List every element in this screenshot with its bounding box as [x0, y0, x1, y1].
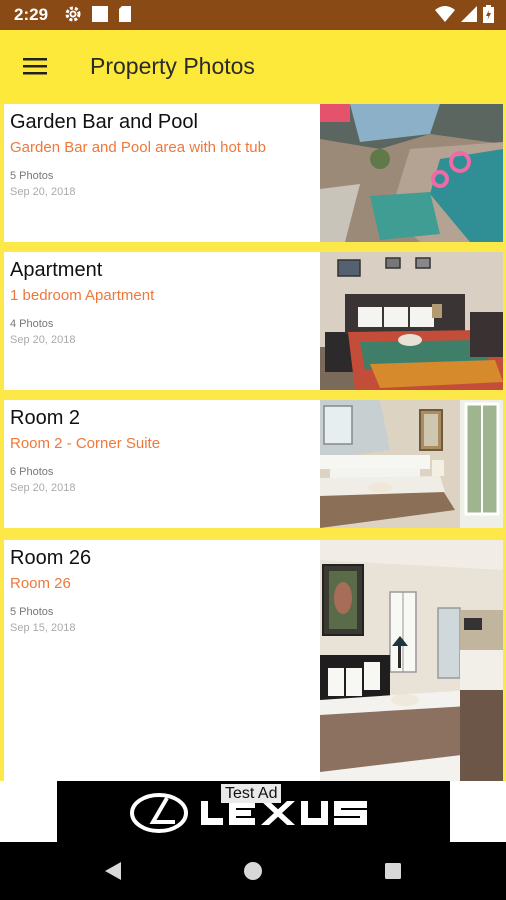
property-subtitle: 1 bedroom Apartment [10, 287, 155, 304]
sd-card-icon [118, 5, 132, 28]
status-time: 2:29 [14, 5, 49, 24]
room-2-photo[interactable] [320, 400, 503, 528]
property-date: Sep 20, 2018 [10, 334, 76, 346]
photo-count: 6 Photos [10, 466, 54, 478]
property-date: Sep 20, 2018 [10, 186, 76, 198]
room-26-photo[interactable] [320, 540, 503, 782]
ad-side-left [0, 781, 57, 842]
property-subtitle: Room 26 [10, 575, 71, 592]
status-bar: 2:29 [0, 0, 506, 30]
photo-count: 4 Photos [10, 318, 54, 330]
photo-count: 5 Photos [10, 606, 54, 618]
property-title: Apartment [10, 259, 103, 281]
property-card-room-2[interactable]: Room 2 Room 2 - Corner Suite 6 Photos Se… [4, 400, 503, 528]
property-date: Sep 15, 2018 [10, 622, 76, 634]
photo-count: 5 Photos [10, 170, 54, 182]
property-title: Garden Bar and Pool [10, 111, 198, 133]
property-subtitle: Room 2 - Corner Suite [10, 435, 161, 452]
recents-icon[interactable] [378, 856, 408, 886]
property-card-apartment[interactable]: Apartment 1 bedroom Apartment 4 Photos S… [4, 252, 503, 390]
gear-icon [64, 5, 82, 28]
ad-side-right [450, 781, 506, 842]
property-list: Garden Bar and Pool Garden Bar and Pool … [0, 102, 506, 782]
page-title: Property Photos [90, 53, 255, 79]
hamburger-menu-icon[interactable] [14, 46, 56, 86]
pool-photo[interactable] [320, 104, 503, 242]
test-ad-label: Test Ad [221, 784, 282, 803]
apartment-bedroom-photo[interactable] [320, 252, 503, 390]
home-icon[interactable] [238, 856, 268, 886]
back-icon[interactable] [98, 856, 128, 886]
battery-icon [483, 5, 494, 28]
navigation-bar [0, 842, 506, 900]
app-bar: Property Photos [0, 30, 506, 102]
property-date: Sep 20, 2018 [10, 482, 76, 494]
wifi-icon [435, 6, 455, 27]
signal-icon [461, 6, 477, 27]
ad-banner[interactable]: Test Ad [57, 781, 450, 842]
property-title: Room 26 [10, 547, 92, 569]
square-icon [91, 5, 109, 28]
property-card-room-26[interactable]: Room 26 Room 26 5 Photos Sep 15, 2018 [4, 540, 503, 782]
property-title: Room 2 [10, 407, 81, 429]
property-subtitle: Garden Bar and Pool area with hot tub [10, 139, 266, 156]
property-card-garden-bar-and-pool[interactable]: Garden Bar and Pool Garden Bar and Pool … [4, 104, 503, 242]
